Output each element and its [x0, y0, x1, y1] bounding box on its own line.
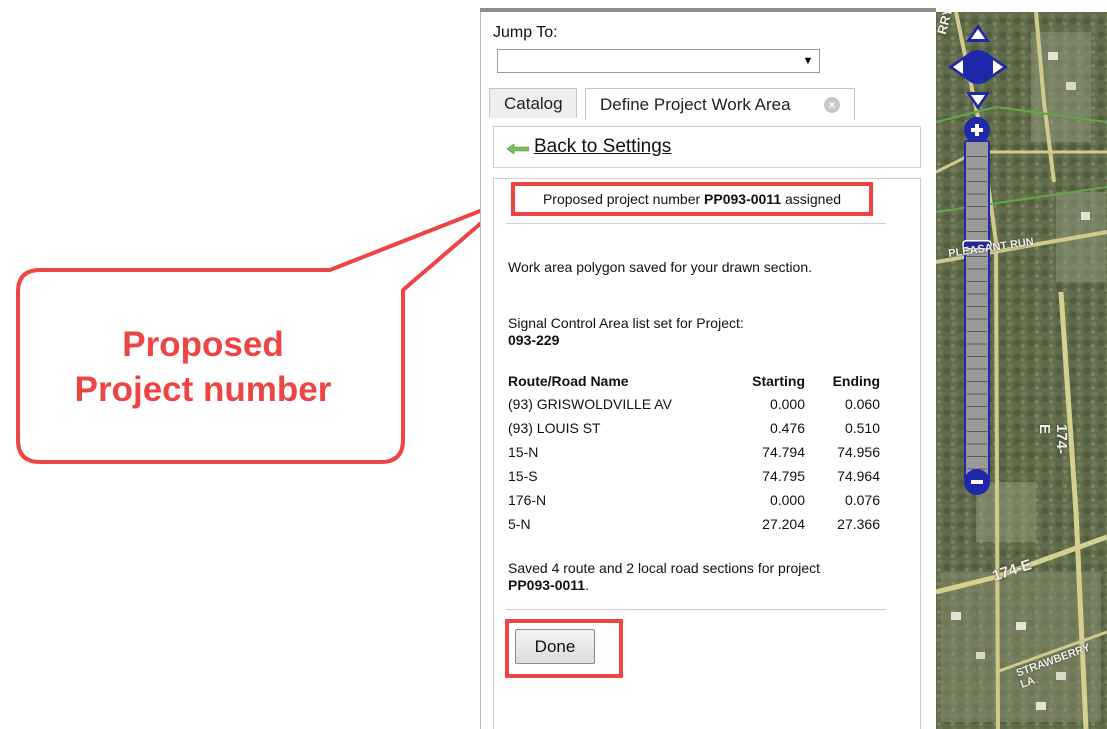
table-row: (93) GRISWOLDVILLE AV 0.000 0.060: [508, 392, 880, 416]
table-row: (93) LOUIS ST 0.476 0.510: [508, 416, 880, 440]
proposed-project-number: PP093-0011: [704, 191, 782, 207]
callout-line-1: Proposed: [122, 325, 284, 364]
callout-label: Proposed Project number: [40, 322, 366, 412]
saved-period: .: [585, 577, 589, 593]
tab-define-label: Define Project Work Area: [600, 94, 791, 114]
route-start: 74.794: [762, 444, 805, 460]
panel-top-border: [480, 0, 936, 12]
tab-define-project-work-area[interactable]: Define Project Work Area ×: [585, 88, 855, 120]
proposed-number-highlight: Proposed project number PP093-0011 assig…: [511, 182, 873, 216]
tab-catalog[interactable]: Catalog: [489, 88, 577, 118]
back-arrow-icon[interactable]: [507, 144, 529, 154]
done-highlight: Done: [505, 619, 623, 678]
route-start: 0.000: [769, 492, 805, 508]
divider: [506, 223, 886, 224]
route-name: (93) GRISWOLDVILLE AV: [508, 396, 672, 412]
route-name: 176-N: [508, 492, 547, 508]
route-name: 15-S: [508, 468, 538, 484]
map-view[interactable]: RRY R PLEASANT RUN 174-E 174-E STRAWBERR…: [936, 12, 1107, 729]
table-row: 15-N 74.794 74.956: [508, 440, 880, 464]
tab-catalog-label: Catalog: [504, 93, 563, 113]
saved-project-number: PP093-0011: [508, 577, 586, 593]
signal-control-value: 093-229: [508, 332, 560, 348]
back-to-settings-box: Back to Settings: [493, 126, 921, 168]
route-end: 74.956: [837, 444, 880, 460]
route-start: 0.476: [769, 420, 805, 436]
saved-project-line: PP093-0011.: [508, 577, 589, 593]
jump-to-select[interactable]: ▼: [497, 49, 820, 73]
table-row: 5-N 27.204 27.366: [508, 512, 880, 536]
side-panel: Jump To: ▼ Catalog Define Project Work A…: [480, 12, 937, 729]
jump-to-label: Jump To:: [493, 24, 558, 41]
work-area-content: Proposed project number PP093-0011 assig…: [493, 178, 921, 729]
route-name: 15-N: [508, 444, 539, 460]
divider: [506, 609, 886, 610]
route-end: 0.510: [844, 420, 880, 436]
back-to-settings-link[interactable]: Back to Settings: [534, 136, 671, 158]
saved-sections-message: Saved 4 route and 2 local road sections …: [508, 560, 821, 576]
done-button[interactable]: Done: [515, 629, 595, 664]
route-end: 27.366: [837, 516, 880, 532]
map-road-label: 174-E: [1036, 424, 1070, 455]
header-starting: Starting: [752, 373, 805, 389]
route-name: 5-N: [508, 516, 531, 532]
route-end: 0.076: [844, 492, 880, 508]
assigned-suffix: assigned: [785, 191, 842, 207]
route-start: 27.204: [762, 516, 805, 532]
header-route-road-name: Route/Road Name: [508, 373, 629, 389]
route-start: 0.000: [769, 396, 805, 412]
table-row: 15-S 74.795 74.964: [508, 464, 880, 488]
route-table: Route/Road Name Starting Ending (93) GRI…: [508, 370, 880, 536]
route-name: (93) LOUIS ST: [508, 420, 601, 436]
route-end: 0.060: [844, 396, 880, 412]
signal-control-label: Signal Control Area list set for Project…: [508, 315, 744, 331]
zoom-control[interactable]: [962, 117, 992, 495]
assigned-prefix: Proposed project number: [542, 191, 701, 207]
route-end: 74.964: [837, 468, 880, 484]
table-header-row: Route/Road Name Starting Ending: [508, 370, 880, 392]
dropdown-arrow-icon[interactable]: ▼: [797, 50, 819, 72]
aerial-map-image: [936, 12, 1107, 729]
header-ending: Ending: [832, 373, 880, 389]
close-tab-icon[interactable]: ×: [824, 96, 840, 113]
route-start: 74.795: [762, 468, 805, 484]
callout-line-2: Project number: [74, 370, 332, 409]
polygon-saved-message: Work area polygon saved for your drawn s…: [508, 259, 813, 275]
table-row: 176-N 0.000 0.076: [508, 488, 880, 512]
